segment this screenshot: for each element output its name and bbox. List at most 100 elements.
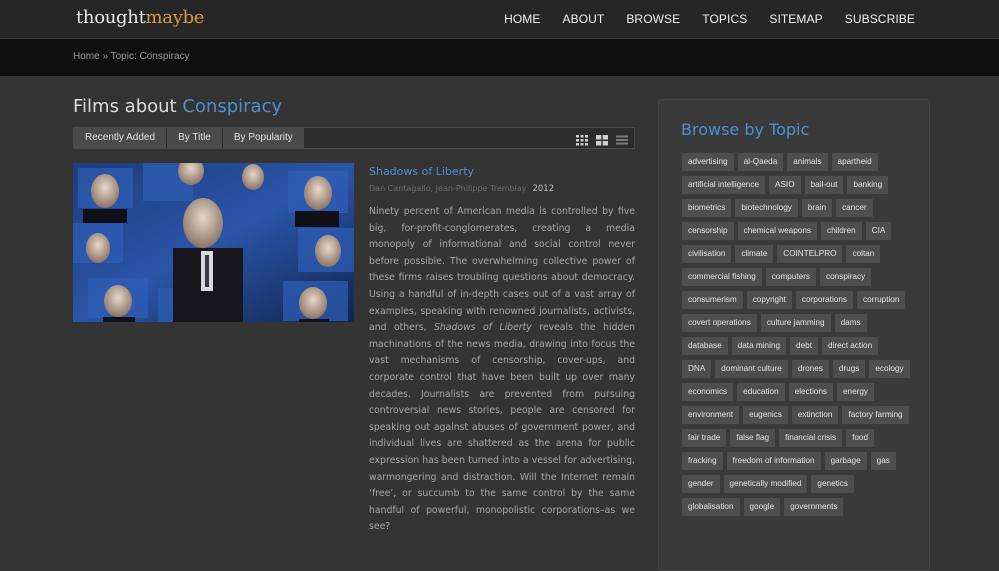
topic-tag[interactable]: bail-out [804,176,844,194]
topic-tag[interactable]: animals [787,153,828,171]
topic-tag[interactable]: genetically modified [723,475,808,493]
topic-tag[interactable]: factory farming [842,406,909,424]
topic-tag[interactable]: cancer [836,199,873,217]
topic-tag[interactable]: direct action [821,337,879,355]
topic-tag[interactable]: financial crisis [779,429,843,447]
topic-tag[interactable]: debt [790,337,818,355]
site-header: thoughtmaybe HOME ABOUT BROWSE TOPICS SI… [0,0,999,39]
film-year: 2012 [532,184,555,194]
topic-tag[interactable]: computers [765,268,817,286]
topic-tag[interactable]: globalisation [682,498,740,516]
page-title-prefix: Films about [73,96,183,117]
logo-text-thought: thought [76,7,146,28]
topic-tag[interactable]: biometrics [682,199,732,217]
topic-tag[interactable]: ecology [869,360,910,378]
logo-text-maybe: maybe [145,7,205,28]
topic-tag[interactable]: drones [791,360,829,378]
topic-tag[interactable]: commercial fishing [682,268,762,286]
nav-home[interactable]: HOME [504,12,540,26]
topic-tag[interactable]: freedom of information [726,452,821,470]
topic-tag[interactable]: false flag [730,429,776,447]
topic-tag[interactable]: censorship [682,222,734,240]
topic-tag[interactable]: fair trade [682,429,727,447]
topic-tag[interactable]: copyright [746,291,792,309]
page-title-topic: Conspiracy [182,96,283,117]
sort-by-title[interactable]: By Title [167,128,223,148]
topic-tag[interactable]: corruption [856,291,906,309]
topic-tag[interactable]: artificial intelligence [682,176,765,194]
topic-tag[interactable]: elections [788,383,833,401]
topic-tag[interactable]: banking [847,176,889,194]
topic-tag[interactable]: DNA [682,360,712,378]
topic-tag[interactable]: coltan [846,245,881,263]
topic-tag[interactable]: economics [682,383,734,401]
film-item: Shadows of Liberty Dan Cantagallo, Jean-… [73,163,635,532]
topic-tag[interactable]: covert operations [682,314,757,332]
sort-recently-added[interactable]: Recently Added [74,128,168,148]
topic-tag[interactable]: database [682,337,728,355]
film-details: Shadows of Liberty Dan Cantagallo, Jean-… [369,163,635,536]
topic-tag[interactable]: education [737,383,785,401]
film-description-title: Shadows of Liberty [434,322,532,334]
sort-bar: Recently Added By Title By Popularity [73,127,635,149]
list-view-icon[interactable] [616,131,628,145]
topic-tag[interactable]: culture jamming [760,314,831,332]
topic-tag[interactable]: CIA [865,222,892,240]
page-title: Films about Conspiracy [73,96,635,122]
grid-small-icon[interactable] [576,131,588,146]
sidebar: Browse by Topic advertising al-Qaeda anima… [658,99,930,571]
topic-tag[interactable]: eugenics [743,406,788,424]
film-meta: Dan Cantagallo, Jean-Philippe Tremblay 20… [369,184,635,194]
film-thumbnail[interactable] [73,163,354,322]
topic-tag[interactable]: gender [682,475,720,493]
topic-tag[interactable]: chemical weapons [737,222,817,240]
topic-tag[interactable]: apartheid [831,153,878,171]
sort-by-popularity[interactable]: By Popularity [222,128,305,148]
topic-tag[interactable]: COINTELPRO [777,245,843,263]
topic-tag[interactable]: conspiracy [820,268,872,286]
topic-tag[interactable]: environment [682,406,740,424]
film-thumbnail-image [73,163,354,322]
topic-tag[interactable]: consumerism [682,291,743,309]
topic-tag[interactable]: corporations [795,291,853,309]
topic-tag[interactable]: data mining [731,337,787,355]
breadcrumb[interactable]: Home » Topic: Conspiracy [73,51,190,62]
topic-tag[interactable]: brain [801,199,833,217]
breadcrumb-bar: Home » Topic: Conspiracy [0,39,999,76]
topic-tag[interactable]: food [846,429,874,447]
film-description-part1: Ninety percent of American media is cont… [369,206,635,334]
topic-tag[interactable]: children [820,222,862,240]
nav-sitemap[interactable]: SITEMAP [769,12,822,26]
nav-about[interactable]: ABOUT [562,12,604,26]
nav-browse[interactable]: BROWSE [626,12,680,26]
topic-tag[interactable]: dominant culture [715,360,788,378]
film-directors: Dan Cantagallo, Jean-Philippe Tremblay [369,184,527,193]
topic-tag[interactable]: dams [834,314,867,332]
topic-tag[interactable]: fracking [682,452,723,470]
topic-tag[interactable]: extinction [791,406,839,424]
site-logo[interactable]: thoughtmaybe [76,7,204,28]
topic-tag[interactable]: genetics [811,475,854,493]
film-description: Ninety percent of American media is cont… [369,204,635,536]
view-switcher [568,131,628,146]
topic-tag[interactable]: gas [870,452,896,470]
topic-tag[interactable]: civilisation [682,245,732,263]
topic-tag[interactable]: energy [836,383,875,401]
main-content: Films about Conspiracy Recently Added By… [73,96,635,532]
film-description-part2: reveals the hidden machinations of the n… [369,322,636,533]
nav-topics[interactable]: TOPICS [702,12,747,26]
topic-tag[interactable]: ASIO [769,176,801,194]
topic-tag[interactable]: biotechnology [735,199,798,217]
topic-tag[interactable]: al-Qaeda [737,153,784,171]
topic-tag[interactable]: advertising [682,153,734,171]
topic-tag[interactable]: governments [784,498,844,516]
topic-tag[interactable]: drugs [832,360,866,378]
sidebar-title: Browse by Topic [681,120,810,139]
topic-tag[interactable]: google [743,498,781,516]
topic-tag[interactable]: garbage [824,452,867,470]
film-title-link[interactable]: Shadows of Liberty [369,165,635,178]
nav-subscribe[interactable]: SUBSCRIBE [845,12,915,26]
main-nav: HOME ABOUT BROWSE TOPICS SITEMAP SUBSCRI… [482,0,915,38]
topic-tag[interactable]: climate [735,245,774,263]
grid-large-icon[interactable] [596,131,608,146]
